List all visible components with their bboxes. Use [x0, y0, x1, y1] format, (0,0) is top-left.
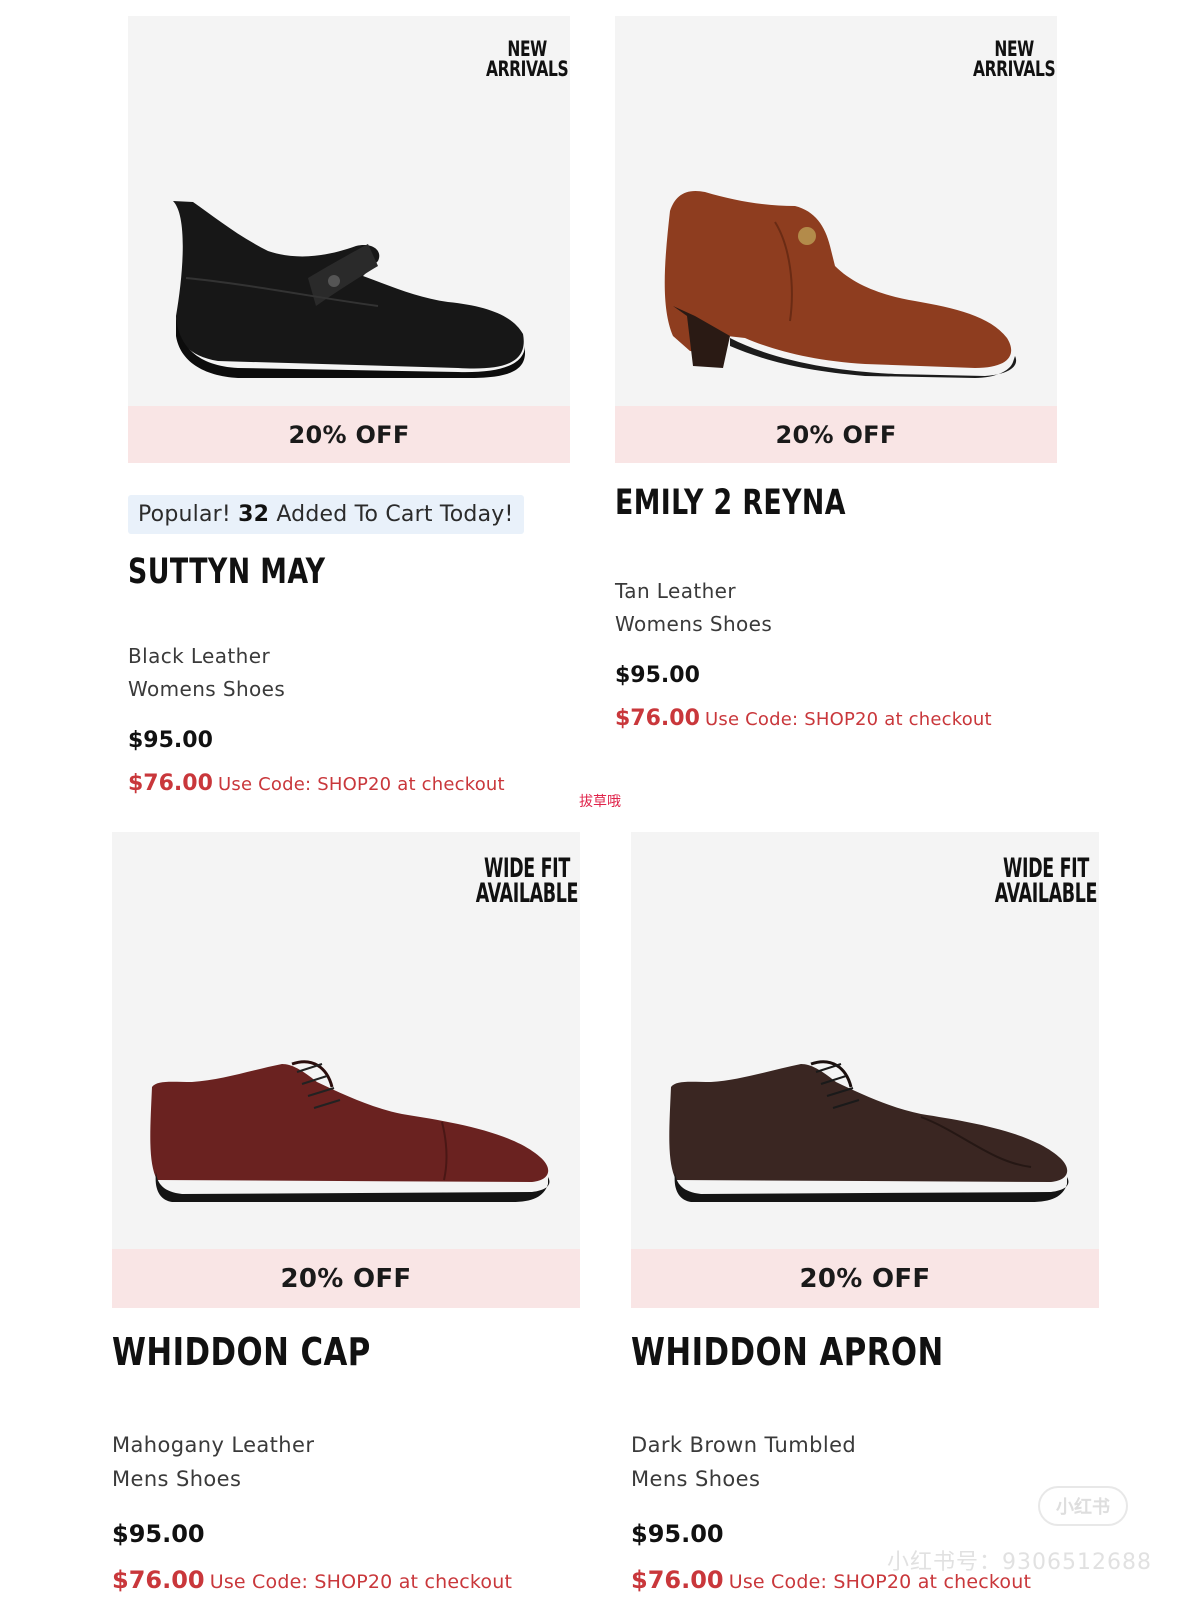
product-card-suttyn-may[interactable]: NEW ARRIVALS 20% OFF Popular! 32 Added T…	[128, 16, 570, 796]
promo-code-text: Use Code: SHOP20 at checkout	[218, 774, 505, 795]
discount-bar: 20% OFF	[112, 1249, 580, 1308]
wide-fit-badge: WIDE FIT AVAILABLE	[994, 855, 1098, 909]
sale-price: $76.00	[631, 1566, 724, 1594]
product-color: Mahogany Leather	[112, 1433, 315, 1457]
product-grid-page: NEW ARRIVALS 20% OFF Popular! 32 Added T…	[0, 0, 1200, 1600]
discount-bar: 20% OFF	[631, 1249, 1099, 1308]
product-category: Mens Shoes	[112, 1467, 242, 1491]
watermark-logo: 小红书	[1038, 1486, 1128, 1526]
popular-suffix: Added To Cart Today!	[269, 502, 514, 527]
product-color: Dark Brown Tumbled	[631, 1433, 857, 1457]
discount-bar: 20% OFF	[128, 406, 570, 463]
product-card-emily-2-reyna[interactable]: NEW ARRIVALS 20% OFF EMILY 2 REYNA Tan L…	[615, 16, 1057, 731]
discount-bar: 20% OFF	[615, 406, 1057, 463]
promo-code-text: Use Code: SHOP20 at checkout	[705, 709, 992, 730]
product-category: Womens Shoes	[615, 612, 773, 636]
badge-line-2: AVAILABLE	[475, 878, 579, 909]
popular-badge: Popular! 32 Added To Cart Today!	[128, 495, 524, 534]
sale-price: $76.00	[615, 706, 700, 731]
product-name[interactable]: SUTTYN MAY	[128, 552, 504, 592]
popular-count: 32	[238, 502, 270, 527]
sale-line: $76.00 Use Code: SHOP20 at checkout	[615, 706, 1057, 731]
badge-line-2: ARRIVALS	[972, 57, 1056, 81]
popular-prefix: Popular!	[138, 502, 239, 527]
product-card-whiddon-apron[interactable]: WIDE FIT AVAILABLE 20% OFF WHIDDON APRON…	[631, 832, 1099, 1594]
new-arrivals-badge: NEW ARRIVALS	[972, 37, 1056, 81]
badge-line-1: NEW	[507, 37, 547, 61]
product-price: $95.00	[615, 663, 700, 688]
product-category: Mens Shoes	[631, 1467, 761, 1491]
product-name[interactable]: WHIDDON CAP	[112, 1330, 533, 1374]
badge-line-2: ARRIVALS	[485, 57, 569, 81]
product-card-whiddon-cap[interactable]: WIDE FIT AVAILABLE 20% OFF WHIDDON CAP M…	[112, 832, 580, 1594]
wide-fit-badge: WIDE FIT AVAILABLE	[475, 855, 579, 909]
product-price: $95.00	[128, 728, 213, 753]
product-image[interactable]: WIDE FIT AVAILABLE	[112, 832, 580, 1249]
sale-line: $76.00 Use Code: SHOP20 at checkout	[128, 771, 570, 796]
product-image[interactable]: WIDE FIT AVAILABLE	[631, 832, 1099, 1249]
product-price: $95.00	[112, 1520, 205, 1548]
product-category: Womens Shoes	[128, 677, 286, 701]
product-name[interactable]: WHIDDON APRON	[631, 1330, 1052, 1374]
sale-price: $76.00	[128, 771, 213, 796]
product-color: Tan Leather	[615, 579, 736, 603]
badge-line-2: AVAILABLE	[994, 878, 1098, 909]
new-arrivals-badge: NEW ARRIVALS	[485, 37, 569, 81]
product-image[interactable]: NEW ARRIVALS	[615, 16, 1057, 406]
watermark-text: 拔草哦	[579, 794, 621, 810]
badge-line-1: NEW	[994, 37, 1034, 61]
product-color: Black Leather	[128, 644, 271, 668]
promo-code-text: Use Code: SHOP20 at checkout	[209, 1571, 513, 1593]
sale-price: $76.00	[112, 1566, 205, 1594]
product-image[interactable]: NEW ARRIVALS	[128, 16, 570, 406]
product-name[interactable]: EMILY 2 REYNA	[615, 483, 991, 523]
sale-line: $76.00 Use Code: SHOP20 at checkout	[112, 1566, 580, 1594]
watermark-account-id: 小红书号：9306512688	[887, 1550, 1152, 1575]
